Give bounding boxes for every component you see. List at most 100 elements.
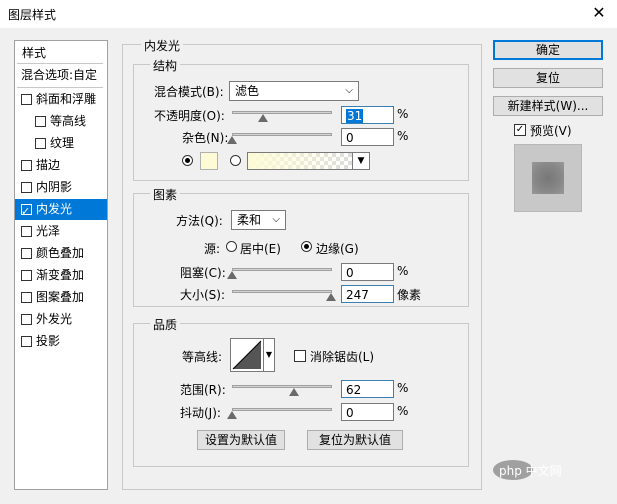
antialias-label: 消除锯齿(L)	[310, 350, 375, 364]
size-slider-thumb[interactable]	[326, 293, 336, 301]
gradient-swatch[interactable]	[247, 152, 353, 170]
blend-options-label: 混合选项:自定	[21, 68, 98, 82]
style-item-label: 外发光	[36, 312, 73, 326]
preview-square	[532, 162, 564, 194]
style-item[interactable]: 斜面和浮雕	[15, 89, 107, 110]
style-item-checkbox[interactable]	[21, 248, 32, 259]
choke-slider-track[interactable]	[232, 268, 332, 271]
style-item-label: 描边	[36, 158, 61, 172]
choke-label: 阻塞(C):	[180, 266, 226, 280]
style-item-checkbox[interactable]	[21, 160, 32, 171]
solid-color-radio[interactable]	[182, 155, 193, 166]
opacity-value: 31	[346, 109, 364, 123]
jitter-slider-thumb[interactable]	[227, 411, 237, 419]
noise-value: 0	[346, 131, 354, 145]
contour-curve-icon	[232, 340, 262, 370]
method-select[interactable]: 柔和 ⌵	[231, 210, 286, 230]
blend-mode-value: 滤色	[235, 84, 260, 98]
contour-dropdown-icon[interactable]: ▼	[263, 338, 275, 372]
blend-mode-select[interactable]: 滤色 ⌵	[229, 81, 359, 101]
size-label: 大小(S):	[180, 288, 226, 302]
style-item[interactable]: 描边	[15, 155, 107, 176]
style-item-checkbox[interactable]	[35, 138, 46, 149]
contour-label: 等高线:	[182, 350, 223, 364]
style-item[interactable]: 等高线	[15, 111, 107, 132]
opacity-slider-track[interactable]	[232, 111, 332, 114]
reset-default-button[interactable]: 复位为默认值	[307, 430, 403, 450]
size-value: 247	[346, 288, 369, 302]
size-slider-track[interactable]	[232, 290, 332, 293]
contour-thumbnail[interactable]	[230, 338, 264, 372]
style-item-label: 渐变叠加	[36, 268, 85, 282]
style-item[interactable]: 渐变叠加	[15, 265, 107, 286]
gradient-radio[interactable]	[230, 155, 241, 166]
glow-color-swatch[interactable]	[200, 152, 218, 170]
title-bar: 图层样式 ✕	[0, 0, 617, 28]
jitter-input[interactable]: 0	[341, 403, 394, 421]
style-item[interactable]: 纹理	[15, 133, 107, 154]
blend-mode-label: 混合模式(B):	[154, 85, 224, 99]
structure-label: 结构	[150, 57, 181, 74]
opacity-unit: %	[397, 107, 409, 121]
quality-label: 品质	[150, 316, 181, 333]
new-style-button[interactable]: 新建样式(W)...	[493, 96, 603, 116]
noise-input[interactable]: 0	[341, 128, 394, 146]
preview-checkbox[interactable]: ✓	[514, 124, 526, 136]
style-item-checkbox[interactable]	[21, 226, 32, 237]
set-default-button[interactable]: 设置为默认值	[197, 430, 285, 450]
style-item[interactable]: 外发光	[15, 309, 107, 330]
watermark: php 中文网	[489, 455, 617, 485]
watermark-text: php 中文网	[499, 464, 562, 478]
style-item[interactable]: 光泽	[15, 221, 107, 242]
size-input[interactable]: 247	[341, 285, 394, 303]
preview-thumbnail	[514, 144, 582, 212]
range-unit: %	[397, 381, 409, 395]
style-item-label: 内阴影	[36, 180, 73, 194]
opacity-input[interactable]: 31	[341, 106, 394, 124]
style-item[interactable]: 内发光	[15, 199, 107, 222]
style-item[interactable]: 内阴影	[15, 177, 107, 198]
style-item-checkbox[interactable]	[21, 270, 32, 281]
elements-group: 图素 方法(Q): 柔和 ⌵ 源: 居中(E) 边缘(G) 阻塞(C): 0 %…	[133, 186, 469, 307]
method-value: 柔和	[237, 213, 262, 227]
opacity-slider-thumb[interactable]	[258, 114, 268, 122]
blend-options-item[interactable]: 混合选项:自定	[15, 65, 107, 86]
range-slider-track[interactable]	[232, 385, 332, 388]
styles-list-header: 样式	[15, 41, 107, 63]
range-slider-thumb[interactable]	[289, 388, 299, 396]
style-item-checkbox[interactable]	[21, 314, 32, 325]
elements-label: 图素	[150, 186, 181, 203]
range-label: 范围(R):	[180, 383, 226, 397]
reset-button[interactable]: 复位	[493, 68, 603, 88]
choke-input[interactable]: 0	[341, 263, 394, 281]
style-item-checkbox[interactable]	[21, 336, 32, 347]
style-item[interactable]: 颜色叠加	[15, 243, 107, 264]
style-item-label: 投影	[36, 334, 61, 348]
list-divider	[17, 87, 103, 88]
gradient-dropdown-icon[interactable]: ▼	[352, 152, 370, 170]
style-item-checkbox[interactable]	[21, 182, 32, 193]
style-item-checkbox[interactable]	[21, 201, 32, 222]
source-edge-label: 边缘(G)	[316, 242, 359, 256]
range-input[interactable]: 62	[341, 380, 394, 398]
noise-slider-thumb[interactable]	[227, 136, 237, 144]
ok-button[interactable]: 确定	[493, 40, 603, 60]
antialias-checkbox[interactable]	[294, 350, 306, 362]
style-item-checkbox[interactable]	[35, 116, 46, 127]
size-unit: 像素	[397, 288, 422, 302]
style-item-checkbox[interactable]	[21, 292, 32, 303]
jitter-value: 0	[346, 406, 354, 420]
style-item-checkbox[interactable]	[21, 94, 32, 105]
preview-label: 预览(V)	[530, 124, 572, 138]
source-edge-radio[interactable]	[301, 241, 312, 252]
style-item[interactable]: 投影	[15, 331, 107, 352]
close-icon[interactable]: ✕	[588, 2, 610, 24]
choke-slider-thumb[interactable]	[227, 271, 237, 279]
noise-slider-track[interactable]	[232, 133, 332, 136]
style-item[interactable]: 图案叠加	[15, 287, 107, 308]
style-item-label: 光泽	[36, 224, 61, 238]
styles-list: 样式 混合选项:自定 斜面和浮雕等高线纹理描边内阴影内发光光泽颜色叠加渐变叠加图…	[14, 40, 108, 490]
choke-value: 0	[346, 266, 354, 280]
jitter-slider-track[interactable]	[232, 408, 332, 411]
source-center-radio[interactable]	[226, 241, 237, 252]
